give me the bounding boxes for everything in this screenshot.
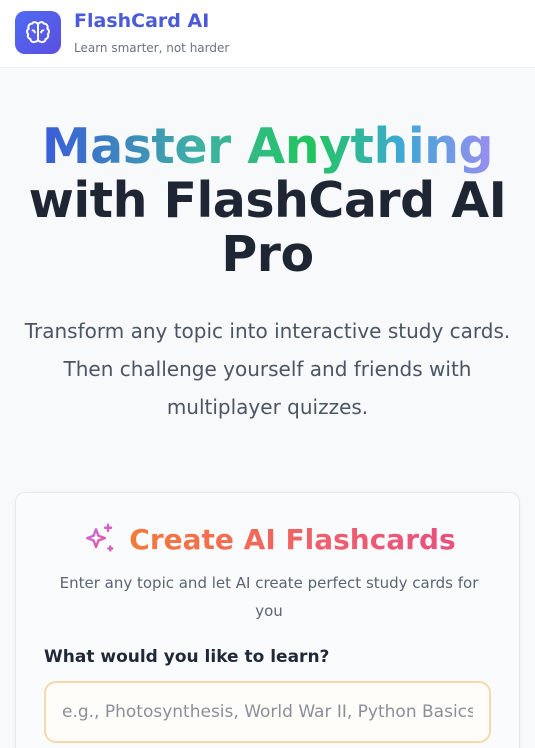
hero-heading-line2: with FlashCard AI xyxy=(28,172,507,229)
app-tagline: Learn smarter, not harder xyxy=(74,41,230,55)
hero-heading-highlight: Master Anything xyxy=(41,118,494,175)
brain-icon xyxy=(26,20,50,43)
hero-heading-line3: Pro xyxy=(221,226,314,283)
hero-section: Master Anything with FlashCard AI Pro Tr… xyxy=(0,120,535,420)
card-title: Create AI Flashcards xyxy=(129,522,456,556)
app-header: FlashCard AI Learn smarter, not harder xyxy=(0,0,535,68)
card-header: Create AI Flashcards xyxy=(16,521,521,557)
card-description-line: Enter any topic and let AI create perfec… xyxy=(59,574,479,592)
app-title[interactable]: FlashCard AI xyxy=(74,10,209,32)
card-description: Enter any topic and let AI create perfec… xyxy=(44,569,494,625)
hero-subtitle: Transform any topic into interactive stu… xyxy=(20,312,515,426)
hero-subtitle-line: multiplayer quizzes. xyxy=(166,395,369,419)
card-description-line: you xyxy=(255,602,283,620)
app-logo[interactable] xyxy=(15,11,61,54)
hero-subtitle-line: Transform any topic into interactive stu… xyxy=(24,319,511,343)
hero-heading: Master Anything with FlashCard AI Pro xyxy=(0,120,535,282)
hero-subtitle-line: Then challenge yourself and friends with xyxy=(63,357,472,381)
topic-field-label: What would you like to learn? xyxy=(44,647,330,667)
create-flashcards-card: Create AI Flashcards Enter any topic and… xyxy=(15,492,520,748)
topic-input[interactable] xyxy=(44,681,491,743)
sparkles-icon xyxy=(86,523,114,552)
